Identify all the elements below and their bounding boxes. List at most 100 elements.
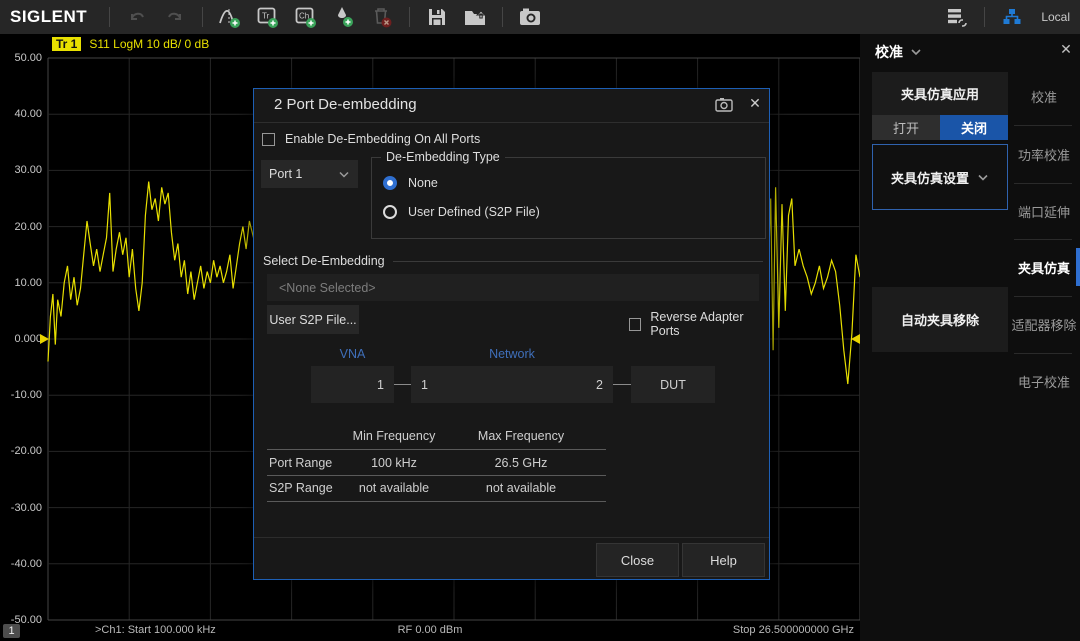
y-axis-tick-label: -30.00 — [2, 502, 42, 514]
calibration-sidebar: 校准 ✕ 夹具仿真应用 打开 关闭 夹具仿真设置 自动夹具移除 校准功率校准端口… — [860, 34, 1080, 641]
fixture-sim-app-panel: 夹具仿真应用 — [872, 72, 1008, 115]
toggle-off-button[interactable]: 关闭 — [940, 115, 1008, 140]
fixture-sim-settings-label: 夹具仿真设置 — [891, 168, 969, 187]
tab-separator — [1014, 296, 1072, 297]
y-axis-tick-label: -20.00 — [2, 445, 42, 457]
reference-level-marker-left — [40, 334, 49, 344]
radio-selected-icon[interactable] — [383, 176, 397, 190]
min-frequency-header: Min Frequency — [329, 429, 459, 443]
tab-separator — [1014, 353, 1072, 354]
port-range-max: 26.5 GHz — [456, 456, 586, 470]
svg-text:Ch: Ch — [299, 12, 309, 21]
radio-unselected-icon[interactable] — [383, 205, 397, 219]
type-option-none[interactable]: None — [383, 173, 765, 193]
dialog-title-divider — [254, 122, 769, 123]
y-axis-tick-label: 20.00 — [2, 221, 42, 233]
rf-power-label: RF 0.00 dBm — [0, 624, 860, 636]
siglent-logo: SIGLENT — [0, 7, 101, 27]
enable-all-ports-label: Enable De-Embedding On All Ports — [285, 132, 480, 146]
add-channel-icon[interactable]: Ch — [289, 3, 323, 31]
port-range-min: 100 kHz — [329, 456, 459, 470]
stop-frequency-label: Stop 26.500000000 GHz — [733, 624, 854, 636]
open-icon[interactable] — [458, 3, 492, 31]
trace-badge[interactable]: Tr 1 — [52, 37, 81, 51]
add-diagram-icon[interactable] — [213, 3, 247, 31]
delete-icon[interactable] — [365, 3, 399, 31]
lan-status-icon[interactable] — [995, 3, 1029, 31]
close-button[interactable]: Close — [596, 543, 679, 577]
type-option-user-defined-label: User Defined (S2P File) — [408, 205, 540, 219]
sidebar-title[interactable]: 校准 — [875, 42, 923, 62]
save-icon[interactable] — [420, 3, 454, 31]
y-axis-tick-label: 30.00 — [2, 164, 42, 176]
add-marker-icon[interactable] — [327, 3, 361, 31]
s2p-file-field[interactable]: <None Selected> — [267, 274, 759, 301]
chevron-down-icon — [977, 173, 989, 182]
local-mode-label[interactable]: Local — [1041, 10, 1070, 24]
channel-status-bar: 1 >Ch1: Start 100.000 kHz RF 0.00 dBm St… — [0, 622, 860, 641]
toolbar-divider — [502, 7, 503, 27]
chevron-down-icon — [909, 47, 923, 57]
reverse-adapter-ports-label: Reverse Adapter Ports — [650, 310, 769, 338]
network-box: 1 2 — [411, 366, 613, 403]
sidebar-tab-6[interactable]: 电子校准 — [1008, 361, 1080, 401]
de-embedding-dialog: 2 Port De-embedding ✕ Enable De-Embeddin… — [253, 88, 770, 580]
network-label: Network — [411, 347, 613, 361]
sidebar-tab-2[interactable]: 功率校准 — [1008, 134, 1080, 174]
group-divider-line — [393, 261, 763, 262]
reverse-adapter-ports-checkbox[interactable] — [629, 318, 641, 331]
sidebar-tab-4[interactable]: 夹具仿真 — [1008, 247, 1080, 287]
y-axis-tick-label: 50.00 — [2, 52, 42, 64]
type-option-user-defined[interactable]: User Defined (S2P File) — [383, 202, 765, 222]
fixture-sim-toggle: 打开 关闭 — [872, 115, 1008, 140]
table-divider — [267, 449, 606, 450]
table-divider — [267, 501, 606, 502]
auto-fixture-removal-button[interactable]: 自动夹具移除 — [872, 287, 1008, 352]
trace-header: Tr 1 S11 LogM 10 dB/ 0 dB — [52, 37, 209, 51]
top-toolbar: SIGLENT Tr Ch Local — [0, 0, 1080, 34]
port-select-dropdown[interactable]: Port 1 — [261, 160, 358, 188]
toolbar-divider — [202, 7, 203, 27]
table-divider — [267, 475, 606, 476]
y-axis-tick-label: -10.00 — [2, 389, 42, 401]
chevron-down-icon — [338, 170, 350, 179]
redo-icon[interactable] — [158, 3, 192, 31]
screenshot-icon[interactable] — [513, 3, 547, 31]
dialog-title: 2 Port De-embedding — [274, 96, 417, 113]
dut-label: DUT — [660, 378, 686, 392]
network-port-right: 2 — [596, 378, 603, 392]
tab-separator — [1014, 239, 1072, 240]
port-select-value: Port 1 — [269, 167, 302, 181]
y-axis-tick-label: -40.00 — [2, 558, 42, 570]
sidebar-tab-3[interactable]: 端口延伸 — [1008, 191, 1080, 231]
trace-format-label[interactable]: S11 LogM 10 dB/ 0 dB — [89, 37, 209, 51]
network-port-left: 1 — [421, 378, 428, 392]
sidebar-title-text: 校准 — [875, 42, 903, 62]
de-embedding-type-legend: De-Embedding Type — [381, 150, 505, 164]
help-button[interactable]: Help — [682, 543, 765, 577]
user-s2p-file-button[interactable]: User S2P File... — [267, 305, 359, 334]
reverse-adapter-ports-row[interactable]: Reverse Adapter Ports — [629, 310, 769, 338]
type-option-none-label: None — [408, 176, 438, 190]
dialog-close-icon[interactable]: ✕ — [746, 95, 764, 112]
sidebar-tab-5[interactable]: 适配器移除 — [1008, 304, 1080, 344]
y-axis-tick-label: 40.00 — [2, 108, 42, 120]
s2p-range-row-label: S2P Range — [269, 481, 333, 495]
vna-port-number: 1 — [377, 378, 384, 392]
toggle-on-button[interactable]: 打开 — [872, 115, 940, 140]
sidebar-tab-column: 校准功率校准端口延伸夹具仿真适配器移除电子校准 — [1008, 34, 1080, 641]
toolbar-divider — [984, 7, 985, 27]
add-trace-icon[interactable]: Tr — [251, 3, 285, 31]
dialog-screenshot-icon[interactable] — [715, 97, 733, 113]
undo-icon[interactable] — [120, 3, 154, 31]
vna-box: 1 — [311, 366, 394, 403]
reference-level-marker-right — [851, 334, 860, 344]
fixture-sim-settings-button[interactable]: 夹具仿真设置 — [872, 144, 1008, 210]
y-axis-tick-label: 0.000 — [2, 333, 42, 345]
connector-line — [394, 384, 411, 385]
sidebar-tab-1[interactable]: 校准 — [1008, 76, 1080, 116]
select-de-embedding-group: Select De-Embedding — [263, 254, 763, 268]
system-menu-icon[interactable] — [940, 3, 974, 31]
enable-all-ports-row[interactable]: Enable De-Embedding On All Ports — [262, 132, 480, 146]
enable-all-ports-checkbox[interactable] — [262, 133, 275, 146]
